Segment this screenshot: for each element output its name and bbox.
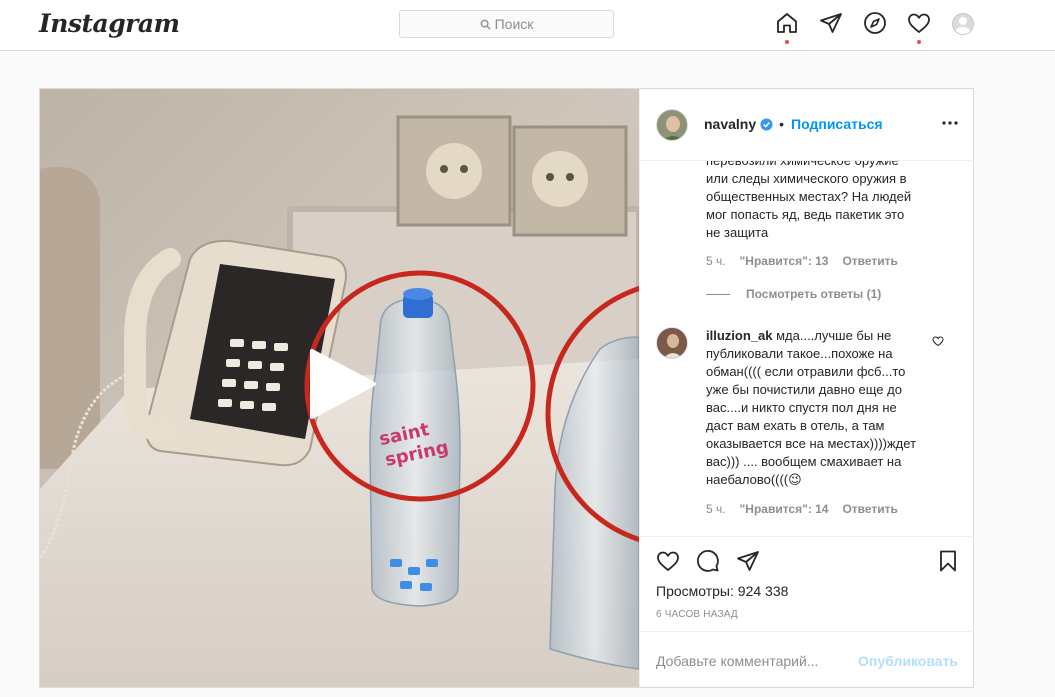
comment-text: мда....лучше бы не публиковали такое...п… xyxy=(706,328,917,487)
verified-badge-icon xyxy=(760,117,773,131)
post-header: navalny • Подписаться xyxy=(640,89,974,161)
explore-icon[interactable] xyxy=(863,11,887,35)
comment-meta: 5 ч. "Нравится": 14 Ответить xyxy=(706,502,898,516)
post-video[interactable]: saint spring xyxy=(40,89,639,687)
comment-likes[interactable]: "Нравится": 13 xyxy=(740,254,829,268)
views-count[interactable]: Просмотры: 924 338 xyxy=(656,583,788,599)
search-placeholder: Поиск xyxy=(494,16,534,32)
post-author: navalny • Подписаться xyxy=(704,116,883,132)
author-username[interactable]: navalny xyxy=(704,116,756,132)
share-direct-icon[interactable] xyxy=(736,549,760,573)
top-navigation-bar: Instagram Поиск xyxy=(0,0,1055,51)
commenter-avatar[interactable] xyxy=(656,327,688,359)
comment-time: 5 ч. xyxy=(706,502,726,516)
comment-reply-button[interactable]: Ответить xyxy=(842,254,897,268)
post-timestamp[interactable]: 6 ЧАСОВ НАЗАД xyxy=(656,609,738,620)
like-heart-icon[interactable] xyxy=(656,549,680,573)
comment-like-heart-icon[interactable] xyxy=(932,335,944,347)
comment-reply-button[interactable]: Ответить xyxy=(842,502,897,516)
search-input[interactable]: Поиск xyxy=(399,10,614,38)
comment-text: перевозили химическое оружие или следы х… xyxy=(706,161,912,240)
instagram-logo[interactable]: Instagram xyxy=(39,9,180,38)
notification-dot xyxy=(917,40,921,44)
add-comment-form: Добавьте комментарий... Опубликовать xyxy=(640,631,974,687)
comment-input[interactable]: Добавьте комментарий... xyxy=(656,653,818,669)
author-avatar[interactable] xyxy=(656,109,688,141)
notification-dot xyxy=(785,40,789,44)
more-options-icon[interactable] xyxy=(942,115,958,131)
replies-divider xyxy=(706,293,730,295)
publish-button[interactable]: Опубликовать xyxy=(858,653,958,669)
profile-avatar[interactable] xyxy=(952,13,974,35)
commenter-username[interactable]: illuzion_ak xyxy=(706,328,772,343)
video-frame: saint spring xyxy=(40,89,639,687)
comments-list[interactable]: перевозили химическое оружие или следы х… xyxy=(640,161,974,537)
post-details-panel: navalny • Подписаться перевозили химичес… xyxy=(639,89,974,687)
views-label: Просмотры: xyxy=(656,583,734,599)
comment-time: 5 ч. xyxy=(706,254,726,268)
follow-button[interactable]: Подписаться xyxy=(791,116,883,132)
search-icon xyxy=(480,19,491,30)
direct-icon[interactable] xyxy=(819,11,843,35)
comment: illuzion_ak мда....лучше бы не публикова… xyxy=(706,327,926,489)
activity-heart-icon[interactable] xyxy=(907,11,931,44)
views-value: 924 338 xyxy=(737,583,789,599)
comment-bubble-icon[interactable] xyxy=(696,549,720,573)
save-bookmark-icon[interactable] xyxy=(936,549,960,573)
comment-likes[interactable]: "Нравится": 14 xyxy=(740,502,829,516)
view-replies-label: Посмотреть ответы (1) xyxy=(746,287,882,301)
view-replies-button[interactable]: Посмотреть ответы (1) xyxy=(706,287,881,301)
header-separator: • xyxy=(779,116,785,132)
post-card: saint spring navalny • Подписаться или с… xyxy=(39,88,974,688)
home-icon[interactable] xyxy=(775,11,799,44)
comment-meta: 5 ч. "Нравится": 13 Ответить xyxy=(706,254,898,268)
post-actions xyxy=(640,537,974,585)
